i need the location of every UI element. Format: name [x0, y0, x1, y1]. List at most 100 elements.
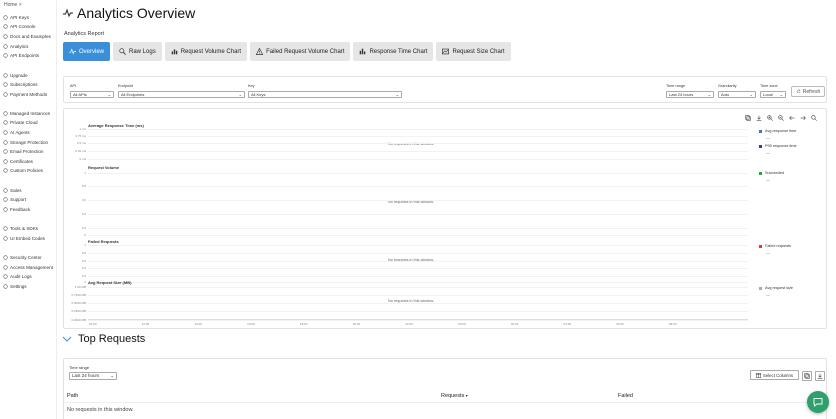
chevron-down-icon: [62, 336, 72, 342]
legend-label: Failed requests: [765, 244, 791, 248]
breadcrumb[interactable]: Home >: [4, 2, 22, 8]
sidebar-item-upgrade[interactable]: Upgrade: [3, 72, 28, 79]
top-requests-time-range-select[interactable]: Last 24 hours ⌄: [69, 372, 117, 380]
sidebar-item-label: Storage Protection: [10, 140, 49, 145]
tab-response-time-chart[interactable]: Response Time Chart: [353, 42, 434, 61]
sidebar-item-label: Support: [10, 197, 27, 202]
chevron-down-icon: ⌄: [395, 92, 399, 97]
sidebar-item-private-cloud[interactable]: Private Cloud: [3, 119, 38, 126]
sidebar-item-custom-policies[interactable]: Custom Policies: [3, 167, 43, 174]
sidebar-item-label: AI Agents: [10, 130, 30, 135]
download-icon: [756, 115, 762, 121]
pan-left-button[interactable]: [788, 114, 796, 122]
refresh-button[interactable]: Refresh: [791, 86, 825, 97]
sidebar-item-audit-logs[interactable]: Audit Logs: [3, 273, 32, 280]
filter-bar: API All APIs ⌄ Endpoint All Endpoints ⌄ Ke…: [63, 76, 827, 103]
analytics-icon: [63, 8, 73, 18]
copy-chart-button[interactable]: [744, 114, 752, 122]
y-tick-label: 0.25 ms: [75, 149, 86, 153]
download-table-button[interactable]: [815, 371, 825, 381]
zoom-out-button[interactable]: [777, 114, 785, 122]
tab-label: Raw Logs: [129, 48, 156, 55]
reset-zoom-button[interactable]: [810, 114, 818, 122]
sidebar-item-label: Upgrade: [10, 73, 28, 78]
pulse-icon: [69, 48, 76, 55]
time-range-value: Last 24 hours: [669, 92, 694, 97]
sidebar-item-label: Certificates: [10, 159, 33, 164]
sidebar-item-docs-and-examples[interactable]: Docs and Examples: [3, 33, 51, 40]
legend-item[interactable]: Avg request size: [759, 286, 793, 290]
time-range-label: Time range: [666, 84, 686, 88]
sidebar-item-storage-protection[interactable]: Storage Protection: [3, 139, 48, 146]
legend-swatch: [759, 171, 762, 175]
granularity-select[interactable]: Auto ⌄: [718, 91, 756, 98]
api-select[interactable]: All APIs ⌄: [70, 91, 114, 98]
y-tick-label: 0.6: [81, 259, 86, 263]
sidebar-item-security-center[interactable]: Security Center: [3, 254, 42, 261]
y-tick-label: 0.4: [81, 266, 86, 270]
y-tick-label: 0.5000 MB: [71, 301, 86, 305]
time-range-select[interactable]: Last 24 hours ⌄: [666, 91, 714, 98]
sidebar-item-feedback[interactable]: Feedback: [3, 206, 30, 213]
legend-item[interactable]: Succeeded: [759, 171, 784, 175]
grid-line: [88, 295, 748, 296]
column-header-failed[interactable]: Failed: [618, 393, 633, 399]
tab-label: Request Volume Chart: [180, 48, 242, 55]
sidebar-item-email-protection[interactable]: Email Protection: [3, 148, 43, 155]
zoom-in-button[interactable]: [766, 114, 774, 122]
chat-button[interactable]: [807, 391, 829, 413]
chevron-down-icon: ⌄: [107, 92, 111, 97]
chart-panel-title: Avg Request Size (MB): [88, 280, 132, 285]
api-select-value: All APIs: [73, 92, 87, 97]
subscription-icon: [3, 82, 8, 87]
copy-table-button[interactable]: [802, 371, 812, 381]
sidebar-item-subscriptions[interactable]: Subscriptions: [3, 81, 38, 88]
pan-right-button[interactable]: [799, 114, 807, 122]
top-requests-header[interactable]: Top Requests: [62, 333, 145, 345]
legend-item[interactable]: Failed requests: [759, 244, 791, 248]
chat-icon: [813, 398, 823, 407]
column-header-path[interactable]: Path: [67, 393, 78, 399]
endpoint-select[interactable]: All Endpoints ⌄: [118, 91, 245, 98]
column-header-requests[interactable]: Requests ▾: [441, 393, 468, 399]
chart-panel-title: Request Volume: [88, 165, 120, 170]
sidebar-item-settings[interactable]: Settings: [3, 283, 27, 290]
reset-zoom-icon: [811, 115, 817, 121]
legend-item[interactable]: Avg response time: [759, 129, 796, 133]
key-select[interactable]: All Keys ⌄: [248, 91, 402, 98]
tab-request-volume-chart[interactable]: Request Volume Chart: [164, 42, 248, 61]
sidebar-item-payment-methods[interactable]: Payment Methods: [3, 91, 47, 98]
shield-icon: [3, 255, 8, 260]
timezone-select[interactable]: Local ⌄: [760, 91, 786, 98]
warning-icon: [256, 48, 264, 55]
sidebar-item-ai-agents[interactable]: AI Agents: [3, 129, 30, 136]
refresh-icon: [796, 89, 801, 94]
sidebar-item-api-keys[interactable]: API Keys: [3, 14, 29, 21]
legend-item[interactable]: P95 response time: [759, 144, 797, 148]
y-tick-label: 0.0000 MB: [71, 318, 86, 322]
sidebar-item-managed-instances[interactable]: Managed Instances: [3, 110, 50, 117]
report-tabs: Overview Raw Logs Request Volume Chart F…: [63, 42, 511, 61]
tab-request-size-chart[interactable]: Request Size Chart: [436, 42, 511, 61]
sidebar-item-api-console[interactable]: API Console: [3, 23, 36, 30]
sidebar-item-certificates[interactable]: Certificates: [3, 158, 33, 165]
sidebar-item-analytics[interactable]: Analytics: [3, 43, 28, 50]
tab-overview[interactable]: Overview: [63, 42, 111, 61]
sidebar-item-access-management[interactable]: Access Management: [3, 264, 53, 271]
download-chart-button[interactable]: [755, 114, 763, 122]
sidebar-item-support[interactable]: Support: [3, 196, 26, 203]
sidebar-item-ui-embed-codes[interactable]: UI Embed Codes: [3, 235, 45, 242]
sidebar-item-label: Payment Methods: [10, 92, 48, 97]
bar-chart-icon: [171, 49, 178, 55]
y-tick-label: 0.7500 MB: [71, 293, 86, 297]
sidebar-item-tools-sdks[interactable]: Tools & SDKs: [3, 225, 38, 232]
legend-swatch: [759, 244, 762, 248]
sidebar-item-api-endpoints[interactable]: API Endpoints: [3, 52, 39, 59]
tab-raw-logs[interactable]: Raw Logs: [113, 42, 162, 61]
tab-failed-request-volume-chart[interactable]: Failed Request Volume Chart: [250, 42, 351, 61]
grid-line: [88, 253, 748, 254]
select-columns-button[interactable]: Select Columns: [750, 370, 799, 380]
key-filter-label: Key: [248, 84, 255, 88]
sidebar-item-sales[interactable]: Sales: [3, 187, 22, 194]
sidebar-item-label: Audit Logs: [10, 274, 32, 279]
